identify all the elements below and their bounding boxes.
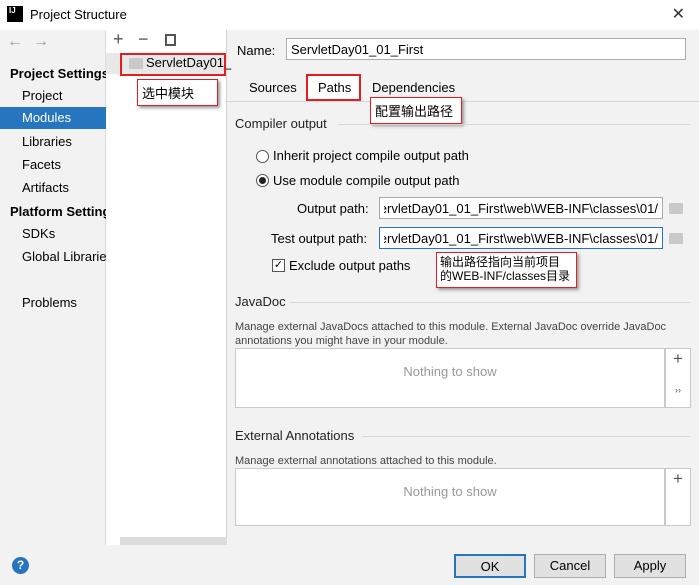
tab-sources[interactable]: Sources <box>249 80 297 95</box>
external-annotations-header: External Annotations <box>235 428 355 443</box>
exclude-label: Exclude output paths <box>289 258 411 273</box>
add-icon[interactable]: + <box>113 29 124 50</box>
module-tree-panel <box>106 30 227 545</box>
window-title: Project Structure <box>30 7 127 22</box>
cancel-button[interactable]: Cancel <box>534 554 606 578</box>
external-toolbar: + <box>665 468 691 526</box>
platform-settings-header: Platform Settings <box>10 204 106 219</box>
intellij-logo: IJ <box>7 6 23 22</box>
remove-icon[interactable]: − <box>138 29 149 50</box>
help-icon[interactable]: ? <box>12 557 29 574</box>
use-module-label: Use module compile output path <box>273 173 460 188</box>
annotation-config-path: 配置输出路径 <box>370 97 462 124</box>
apply-button[interactable]: Apply <box>614 554 686 578</box>
use-module-radio[interactable] <box>256 174 269 187</box>
annotation-select-module: 选中模块 <box>137 79 218 106</box>
javadoc-description: Manage external JavaDocs attached to thi… <box>235 321 667 347</box>
output-path-input[interactable] <box>379 197 663 219</box>
sidebar-item-problems[interactable]: Problems <box>22 295 77 310</box>
output-path-label: Output path: <box>297 201 369 216</box>
javadoc-toolbar: + ›› <box>665 348 691 408</box>
project-settings-header: Project Settings <box>10 66 106 81</box>
add-annotation-button[interactable]: + <box>666 469 690 489</box>
sidebar-item-modules[interactable]: Modules <box>0 107 106 129</box>
sidebar-item-sdks[interactable]: SDKs <box>22 226 55 241</box>
annotation-output-note: 输出路径指向当前项目 的WEB-INF/classes目录 <box>436 252 577 288</box>
name-input[interactable] <box>286 38 686 60</box>
sidebar-item-artifacts[interactable]: Artifacts <box>22 180 69 195</box>
external-list: Nothing to show <box>235 468 665 526</box>
add-javadoc-button[interactable]: + <box>666 349 690 369</box>
copy-icon[interactable] <box>165 34 176 46</box>
external-empty: Nothing to show <box>403 484 497 499</box>
compiler-output-header: Compiler output <box>235 116 327 131</box>
tree-scrollbar[interactable] <box>120 537 227 545</box>
close-button[interactable]: ✕ <box>672 4 685 24</box>
javadoc-header: JavaDoc <box>235 294 286 309</box>
tab-paths[interactable]: Paths <box>306 74 361 101</box>
divider <box>290 302 690 303</box>
sidebar-item-global-libraries[interactable]: Global Libraries <box>22 249 106 264</box>
sidebar-item-facets[interactable]: Facets <box>22 157 61 172</box>
ok-button[interactable]: OK <box>454 554 526 578</box>
more-icon[interactable]: ›› <box>666 385 690 395</box>
javadoc-list: Nothing to show <box>235 348 665 408</box>
sidebar-item-libraries[interactable]: Libraries <box>22 134 72 149</box>
tab-dependencies[interactable]: Dependencies <box>372 80 455 95</box>
divider <box>362 436 690 437</box>
javadoc-empty: Nothing to show <box>403 364 497 379</box>
browse-folder-icon[interactable] <box>669 233 683 244</box>
inherit-label: Inherit project compile output path <box>273 148 469 163</box>
annotation-highlight-module <box>120 53 226 76</box>
forward-arrow-icon[interactable]: → <box>33 33 49 51</box>
test-output-path-input[interactable] <box>379 227 663 249</box>
inherit-radio[interactable] <box>256 150 269 163</box>
test-output-path-label: Test output path: <box>271 231 368 246</box>
external-description: Manage external annotations attached to … <box>235 455 497 467</box>
exclude-checkbox[interactable]: ✓ <box>272 259 285 272</box>
back-arrow-icon[interactable]: ← <box>7 33 23 51</box>
browse-folder-icon[interactable] <box>669 203 683 214</box>
sidebar-item-project[interactable]: Project <box>22 88 62 103</box>
name-label: Name: <box>237 43 276 58</box>
tab-divider <box>227 101 699 102</box>
divider <box>338 124 690 125</box>
